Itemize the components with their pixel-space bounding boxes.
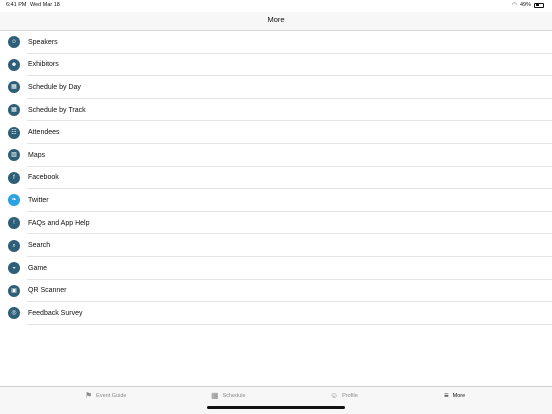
more-menu-list: ☺ Speakers ☻ Exhibitors ▦ Schedule by Day ▦ Sch… [0,31,552,325]
page-title: More [267,15,285,24]
menu-item-speakers[interactable]: ☺ Speakers [0,31,552,54]
menu-item-attendees[interactable]: ☷ Attendees [0,121,552,144]
tab-label: Profile [342,393,358,399]
tab-label: More [452,393,466,399]
tab-bar: ⚑ Event Guide ▦ Schedule ☺ Profile ≡ More [0,386,552,414]
menu-item-label: Search [28,242,51,250]
tab-profile[interactable]: ☺ Profile [330,392,358,400]
menu-item-exhibitors[interactable]: ☻ Exhibitors [0,54,552,77]
menu-item-search[interactable]: ⌕ Search [0,234,552,257]
menu-item-maps[interactable]: ▧ Maps [0,144,552,167]
twitter-icon: ❧ [8,194,20,207]
menu-item-label: Schedule by Day [28,83,81,91]
search-icon: ⌕ [8,239,20,252]
status-time: 6:41 PM [6,2,27,8]
battery-icon [534,2,544,8]
tab-event-guide[interactable]: ⚑ Event Guide [85,392,126,400]
speaker-icon: ☺ [8,36,20,49]
menu-item-label: Exhibitors [28,61,59,69]
menu-item-label: Feedback Survey [28,309,83,317]
menu-item-game[interactable]: ◒ Game [0,257,552,280]
qr-icon: ▣ [8,284,20,297]
track-calendar-icon: ▦ [8,104,20,117]
tab-schedule[interactable]: ▦ Schedule [211,392,246,400]
calendar-icon: ▦ [8,81,20,94]
menu-item-schedule-by-track[interactable]: ▦ Schedule by Track [0,99,552,122]
game-icon: ◒ [8,262,20,275]
tab-more[interactable]: ≡ More [444,392,465,400]
menu-item-qr-scanner[interactable]: ▣ QR Scanner [0,280,552,303]
help-icon: ! [8,217,20,230]
menu-item-label: Maps [28,151,46,159]
menu-item-schedule-by-day[interactable]: ▦ Schedule by Day [0,76,552,99]
status-indicators: ◠ 49% [512,2,544,8]
exhibitor-icon: ☻ [8,58,20,71]
feedback-icon: ◎ [8,307,20,320]
facebook-icon: f [8,171,20,184]
menu-item-label: Game [28,264,48,272]
event-guide-icon: ⚑ [85,391,93,400]
attendees-icon: ☷ [8,126,20,139]
menu-item-label: Twitter [28,196,49,204]
menu-item-label: Attendees [28,129,60,137]
battery-fill [535,4,540,6]
tab-label: Event Guide [96,393,127,399]
menu-item-feedback-survey[interactable]: ◎ Feedback Survey [0,302,552,325]
menu-item-label: Schedule by Track [28,106,86,114]
map-icon: ▧ [8,149,20,162]
menu-item-facebook[interactable]: f Facebook [0,167,552,190]
tab-label: Schedule [222,393,246,399]
schedule-icon: ▦ [211,391,219,400]
menu-item-label: FAQs and App Help [28,219,90,227]
menu-item-twitter[interactable]: ❧ Twitter [0,189,552,212]
navigation-bar: More [0,12,552,31]
menu-item-label: Speakers [28,38,58,46]
menu-item-label: QR Scanner [28,287,67,295]
battery-percent: 49% [519,2,531,8]
menu-item-faqs-and-app-help[interactable]: ! FAQs and App Help [0,212,552,235]
status-date: Wed Mar 18 [30,2,60,8]
status-bar: 6:41 PM Wed Mar 18 ◠ 49% [0,0,552,12]
menu-item-label: Facebook [28,174,59,182]
profile-icon: ☺ [330,391,339,400]
more-icon: ≡ [444,391,449,400]
home-indicator [207,406,345,409]
wifi-icon: ◠ [512,2,517,8]
